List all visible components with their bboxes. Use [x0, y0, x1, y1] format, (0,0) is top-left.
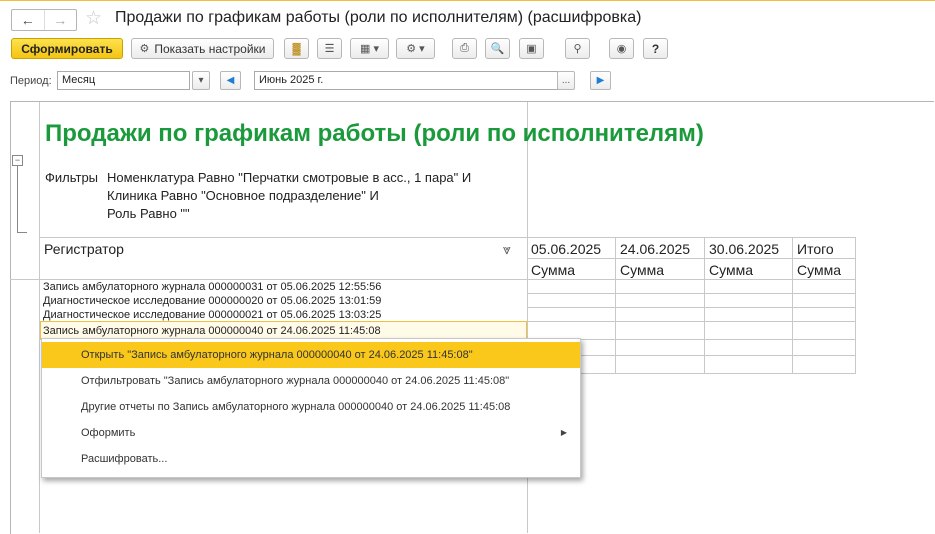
- table-row-selected[interactable]: Запись амбулаторного журнала 000000040 о…: [43, 325, 381, 337]
- window-title: Продажи по графикам работы (роли по испо…: [115, 9, 642, 26]
- back-icon[interactable]: ←: [12, 10, 44, 30]
- menu-item-open[interactable]: Открыть "Запись амбулаторного журнала 00…: [42, 342, 580, 368]
- filters-label: Фильтры: [45, 170, 99, 185]
- menu-item-filter[interactable]: Отфильтровать "Запись амбулаторного журн…: [42, 368, 580, 394]
- column-sub: Сумма: [620, 262, 664, 278]
- group-bracket: [17, 232, 27, 233]
- chart-button[interactable]: ▓: [284, 38, 309, 59]
- prev-period-icon[interactable]: ◀: [220, 71, 241, 90]
- registrar-header: Регистратор: [44, 241, 124, 257]
- table-row[interactable]: Запись амбулаторного журнала 000000031 о…: [43, 281, 381, 293]
- report-title: Продажи по графикам работы (роли по испо…: [45, 120, 704, 147]
- dropdown-icon[interactable]: ▾: [192, 71, 210, 90]
- help-button[interactable]: ?: [643, 38, 668, 59]
- filter-line: Клиника Равно "Основное подразделение" И: [107, 188, 379, 203]
- menu-item-format[interactable]: Оформить ▶: [42, 420, 580, 446]
- chart-icon: ▓: [292, 42, 301, 55]
- next-period-icon[interactable]: ▶: [590, 71, 611, 90]
- menu-item-label: Открыть "Запись амбулаторного журнала 00…: [81, 349, 473, 361]
- table-row[interactable]: Диагностическое исследование 000000021 о…: [43, 309, 381, 321]
- show-settings-button[interactable]: ⚙ Показать настройки: [131, 38, 274, 59]
- form-button[interactable]: ◉: [609, 38, 634, 59]
- menu-item-other-reports[interactable]: Другие отчеты по Запись амбулаторного жу…: [42, 394, 580, 420]
- menu-item-label: Отфильтровать "Запись амбулаторного журн…: [81, 375, 510, 387]
- column-date: 30.06.2025: [709, 241, 780, 257]
- grid-line: [527, 321, 855, 322]
- menu-item-label: Расшифровать...: [81, 453, 168, 465]
- star-icon[interactable]: ☆: [85, 7, 102, 30]
- grid-line: [527, 293, 855, 294]
- column-date: 24.06.2025: [620, 241, 691, 257]
- generate-button[interactable]: Сформировать: [11, 38, 123, 59]
- list-button[interactable]: ☰: [317, 38, 342, 59]
- top-accent-line: [0, 0, 935, 1]
- filter-icon[interactable]: ⩔: [503, 241, 511, 258]
- grid-line: [40, 237, 856, 238]
- group-bracket: [17, 166, 18, 232]
- menu-item-label: Другие отчеты по Запись амбулаторного жу…: [81, 401, 511, 413]
- collapse-icon[interactable]: −: [12, 155, 23, 166]
- grid-line: [527, 307, 855, 308]
- context-menu: Открыть "Запись амбулаторного журнала 00…: [41, 338, 581, 478]
- nav-buttons: ← →: [11, 9, 77, 31]
- preview-icon: 🔍: [490, 43, 505, 55]
- table-row[interactable]: Диагностическое исследование 000000020 о…: [43, 295, 381, 307]
- print-button[interactable]: ⎙: [452, 38, 477, 59]
- variant-icon: ▦ ▾: [360, 43, 379, 55]
- search-icon: ⚲: [573, 43, 582, 55]
- gear-menu-icon: ⚙ ▾: [406, 43, 425, 55]
- menu-item-drilldown[interactable]: Расшифровать...: [42, 446, 580, 472]
- menu-item-label: Оформить: [81, 427, 136, 439]
- variant-menu-button[interactable]: ▦ ▾: [350, 38, 389, 59]
- preview-button[interactable]: 🔍: [485, 38, 510, 59]
- search-button[interactable]: ⚲: [565, 38, 590, 59]
- column-sub: Сумма: [709, 262, 753, 278]
- period-type-field[interactable]: Месяц: [57, 71, 190, 90]
- column-date: 05.06.2025: [531, 241, 602, 257]
- show-settings-label: Показать настройки: [154, 41, 266, 56]
- filter-line: Роль Равно "": [107, 206, 190, 221]
- filter-line: Номенклатура Равно "Перчатки смотровые в…: [107, 170, 472, 185]
- list-icon: ☰: [324, 43, 335, 55]
- period-date-field[interactable]: Июнь 2025 г.: [254, 71, 558, 90]
- form-icon: ◉: [616, 43, 627, 55]
- forward-icon[interactable]: →: [43, 10, 77, 30]
- print-icon: ⎙: [460, 42, 469, 54]
- column-total: Итого: [797, 241, 834, 257]
- settings-menu-button[interactable]: ⚙ ▾: [396, 38, 435, 59]
- grid-line: [527, 258, 855, 259]
- save-icon: ▣: [526, 43, 537, 55]
- grid-line: [10, 279, 856, 280]
- column-sub: Сумма: [531, 262, 575, 278]
- settings-icon: ⚙: [139, 43, 150, 55]
- save-button[interactable]: ▣: [519, 38, 544, 59]
- grid-line: [39, 102, 40, 533]
- submenu-arrow-icon: ▶: [560, 428, 567, 437]
- select-period-button[interactable]: ...: [557, 71, 575, 90]
- column-sub: Сумма: [797, 262, 841, 278]
- grid-line: [855, 237, 856, 374]
- period-label: Период:: [10, 75, 52, 87]
